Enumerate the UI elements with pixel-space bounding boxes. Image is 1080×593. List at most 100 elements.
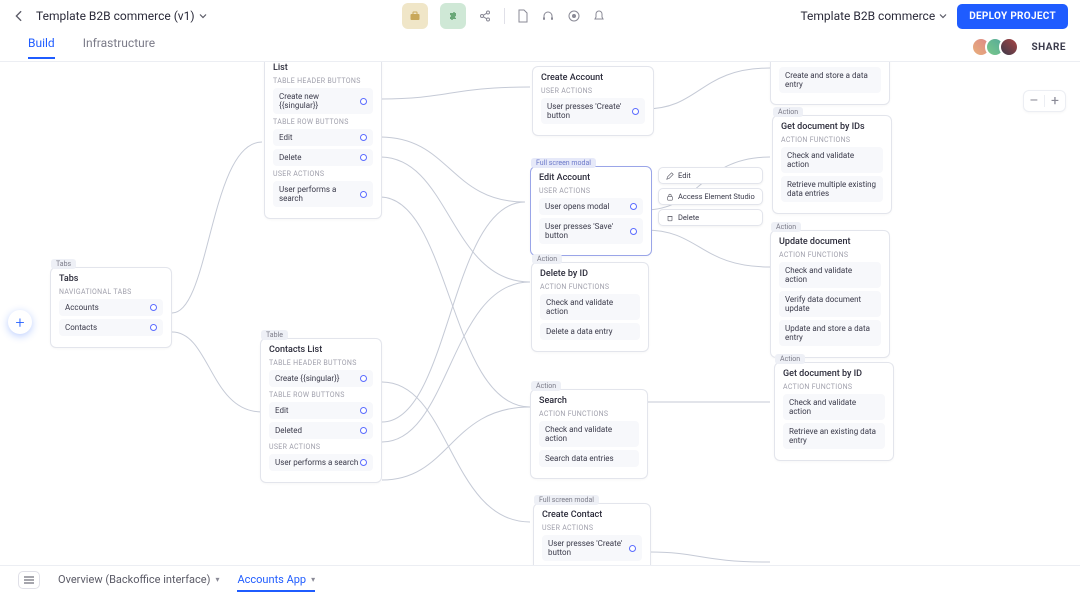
tab-overview[interactable]: Overview (Backoffice interface)▾	[58, 573, 219, 586]
back-icon[interactable]	[12, 9, 26, 23]
list-item[interactable]: Retrieve an existing data entry	[783, 423, 885, 449]
list-item[interactable]: User presses 'Save' button	[539, 218, 643, 244]
card-title: Edit Account	[539, 173, 643, 183]
delete-button[interactable]: Delete	[658, 209, 763, 226]
card-badge: Action	[773, 107, 803, 117]
connector-dot[interactable]	[360, 375, 367, 382]
briefcase-icon[interactable]	[402, 3, 428, 29]
list-item[interactable]: User performs a search	[269, 454, 373, 471]
list-item[interactable]: Check and validate action	[783, 394, 885, 420]
card-title: Contacts List	[269, 345, 373, 355]
presence-avatars[interactable]	[977, 37, 1019, 57]
avatar	[999, 37, 1019, 57]
list-item[interactable]: User presses 'Create' button	[541, 98, 645, 124]
connector-dot[interactable]	[360, 154, 367, 161]
chevron-down-icon: ▾	[311, 575, 315, 584]
list-item[interactable]: Delete a data entry	[540, 323, 640, 340]
card-search[interactable]: Action Search ACTION FUNCTIONS Check and…	[530, 389, 648, 479]
canvas[interactable]: List TABLE HEADER BUTTONS Create new {{s…	[0, 62, 1080, 565]
card-title: Create Account	[541, 73, 645, 83]
separator	[504, 8, 505, 24]
tab-infrastructure[interactable]: Infrastructure	[83, 36, 155, 59]
access-studio-button[interactable]: Access Element Studio	[658, 188, 763, 205]
section-label: TABLE ROW BUTTONS	[273, 118, 373, 126]
list-item[interactable]: Search data entries	[539, 450, 639, 467]
document-icon[interactable]	[517, 9, 529, 23]
zoom-in-button[interactable]: +	[1045, 91, 1065, 111]
chevron-down-icon	[939, 12, 947, 20]
card-get-doc-id[interactable]: Action Get document by ID ACTION FUNCTIO…	[774, 362, 894, 461]
puzzle-icon[interactable]	[440, 3, 466, 29]
card-title: Delete by ID	[540, 269, 640, 279]
list-item[interactable]: Edit	[269, 402, 373, 419]
list-item[interactable]: Create and store a data entry	[779, 67, 881, 93]
project-name-label: Template B2B commerce (v1)	[36, 9, 195, 23]
connector-dot[interactable]	[630, 228, 637, 235]
section-label: ACTION FUNCTIONS	[783, 383, 885, 391]
card-update-doc[interactable]: Action Update document ACTION FUNCTIONS …	[770, 230, 890, 358]
list-item[interactable]: Delete	[273, 149, 373, 166]
list-item[interactable]: Update and store a data entry	[779, 320, 881, 346]
card-badge: Full screen modal	[531, 158, 596, 168]
card-list[interactable]: List TABLE HEADER BUTTONS Create new {{s…	[264, 62, 382, 219]
record-icon[interactable]	[567, 9, 581, 23]
list-item[interactable]: Accounts	[59, 299, 163, 316]
connector-dot[interactable]	[360, 427, 367, 434]
list-item[interactable]: Edit	[273, 129, 373, 146]
list-item[interactable]: Check and validate action	[540, 294, 640, 320]
project-name-dropdown[interactable]: Template B2B commerce (v1)	[36, 9, 207, 23]
list-item[interactable]: Check and validate action	[779, 262, 881, 288]
workspace-label: Template B2B commerce	[800, 9, 935, 23]
list-item[interactable]: Verify data document update	[779, 291, 881, 317]
add-element-button[interactable]: +	[8, 310, 32, 334]
element-toolbar: Edit Access Element Studio Delete	[658, 167, 763, 226]
card-contacts-list[interactable]: Table Contacts List TABLE HEADER BUTTONS…	[260, 338, 382, 483]
connector-dot[interactable]	[150, 304, 157, 311]
workspace-dropdown[interactable]: Template B2B commerce	[800, 9, 947, 23]
card-badge: Tabs	[51, 259, 76, 269]
card-badge: Action	[771, 222, 801, 232]
connector-dot[interactable]	[629, 545, 636, 552]
bell-icon[interactable]	[593, 9, 605, 23]
connector-dot[interactable]	[360, 134, 367, 141]
card-tabs[interactable]: Tabs Tabs NAVIGATIONAL TABS Accounts Con…	[50, 267, 172, 348]
list-item[interactable]: Check and validate action	[539, 421, 639, 447]
list-item[interactable]: Create {{singular}}	[269, 370, 373, 387]
list-item[interactable]: User opens modal	[539, 198, 643, 215]
section-label: ACTION FUNCTIONS	[539, 410, 639, 418]
connector-dot[interactable]	[360, 98, 367, 105]
tab-build[interactable]: Build	[28, 36, 55, 59]
card-create-contact[interactable]: Full screen modal Create Contact USER AC…	[533, 503, 651, 565]
list-item[interactable]: Contacts	[59, 319, 163, 336]
tab-accounts-app[interactable]: Accounts App▾	[237, 573, 315, 592]
card-title: Get document by ID	[783, 369, 885, 379]
trash-icon	[666, 214, 674, 222]
list-item[interactable]: User performs a search	[273, 181, 373, 207]
share-icon[interactable]	[478, 9, 492, 23]
card-create-account[interactable]: Create Account USER ACTIONS User presses…	[532, 66, 654, 136]
deploy-button[interactable]: DEPLOY PROJECT	[957, 4, 1068, 29]
card-delete-by-id[interactable]: Action Delete by ID ACTION FUNCTIONS Che…	[531, 262, 649, 352]
headset-icon[interactable]	[541, 9, 555, 23]
card-get-doc-ids[interactable]: Action Get document by IDs ACTION FUNCTI…	[772, 115, 892, 214]
topbar: Template B2B commerce (v1) Template B2B …	[0, 0, 1080, 33]
card-edit-account[interactable]: Full screen modal Edit Account USER ACTI…	[530, 166, 652, 256]
connector-dot[interactable]	[360, 459, 367, 466]
list-item[interactable]: User presses 'Create' button	[542, 535, 642, 561]
list-item[interactable]: Check and validate action	[781, 147, 883, 173]
edit-button[interactable]: Edit	[658, 167, 763, 184]
connector-dot[interactable]	[632, 108, 639, 115]
card-badge: Action	[531, 381, 561, 391]
connector-dot[interactable]	[630, 203, 637, 210]
list-item[interactable]: Create new {{singular}}	[273, 88, 373, 114]
list-item[interactable]: Retrieve multiple existing data entries	[781, 176, 883, 202]
card-create-store[interactable]: Create and store a data entry	[770, 62, 890, 105]
list-item[interactable]: Deleted	[269, 422, 373, 439]
connector-dot[interactable]	[360, 407, 367, 414]
connector-dot[interactable]	[360, 191, 367, 198]
zoom-out-button[interactable]: –	[1024, 91, 1044, 111]
section-label: USER ACTIONS	[269, 443, 373, 451]
share-button[interactable]: SHARE	[1031, 42, 1066, 53]
menu-icon[interactable]	[18, 571, 40, 589]
connector-dot[interactable]	[150, 324, 157, 331]
